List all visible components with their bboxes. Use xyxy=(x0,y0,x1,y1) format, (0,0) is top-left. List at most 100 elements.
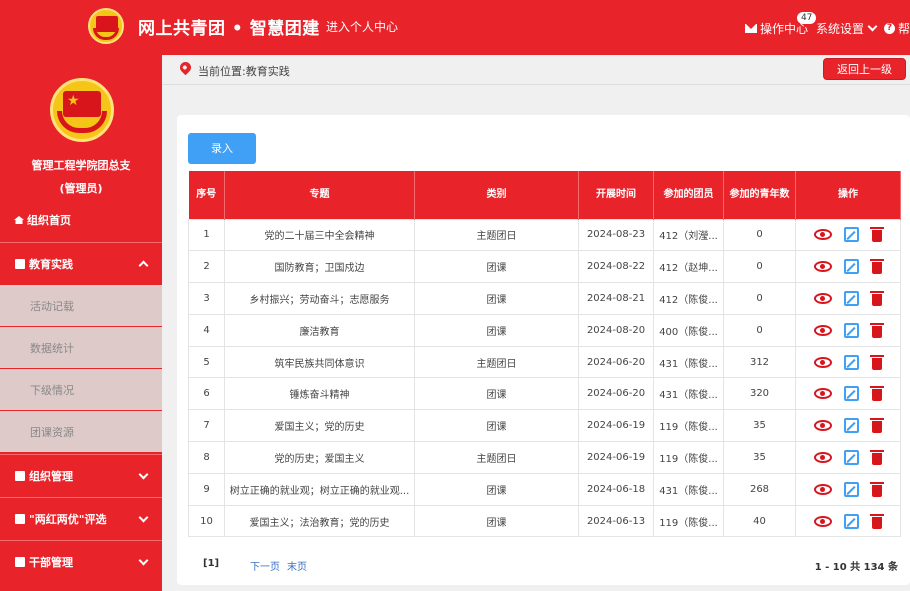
view-eye-icon[interactable] xyxy=(813,388,832,400)
sidebar-item-cadre-management[interactable]: 干部管理 xyxy=(0,540,162,583)
location-pin-icon xyxy=(177,59,194,76)
cell-category: 团课 xyxy=(414,313,579,347)
chevron-down-icon xyxy=(867,21,878,32)
cell-members: 119（陈俊... xyxy=(653,441,724,474)
col-header-members: 参加的团员 xyxy=(653,171,724,219)
personal-center-link[interactable]: 进入个人中心 xyxy=(326,18,398,35)
trash-icon[interactable] xyxy=(869,449,884,465)
trash-icon[interactable] xyxy=(869,259,884,275)
chevron-down-icon xyxy=(138,469,149,480)
edit-icon[interactable] xyxy=(843,418,859,434)
col-header-category: 类别 xyxy=(414,171,579,219)
trash-icon[interactable] xyxy=(869,290,884,306)
enter-record-button[interactable]: 录入 xyxy=(188,133,256,164)
sidebar-item-label: 组织管理 xyxy=(29,470,73,483)
sidebar-item-awards[interactable]: "两红两优"评选 xyxy=(0,497,162,540)
edit-icon[interactable] xyxy=(843,290,859,306)
cell-topic: 廉洁教育 xyxy=(224,313,415,347)
edit-icon[interactable] xyxy=(843,481,859,497)
trash-icon[interactable] xyxy=(869,386,884,402)
cell-category: 团课 xyxy=(414,377,579,411)
edit-icon[interactable] xyxy=(843,354,859,370)
cell-category: 团课 xyxy=(414,504,579,538)
home-icon xyxy=(14,216,24,224)
row-actions xyxy=(800,354,896,370)
edit-icon[interactable] xyxy=(843,386,859,402)
view-eye-icon[interactable] xyxy=(813,483,832,495)
trash-icon[interactable] xyxy=(869,513,884,529)
cell-actions xyxy=(795,345,901,379)
table-row: 6 锤炼奋斗精神 团课 2024-06-20 431（陈俊... 320 xyxy=(188,377,901,411)
cell-topic: 锤炼奋斗精神 xyxy=(224,377,415,411)
cell-index: 10 xyxy=(188,504,225,538)
org-emblem-icon: ★ xyxy=(50,78,114,142)
cell-topic: 党的历史；爱国主义 xyxy=(224,441,415,474)
sidebar-item-home[interactable]: 组织首页 xyxy=(14,212,71,228)
view-eye-icon[interactable] xyxy=(813,515,832,527)
record-total: 1 - 10 共 134 条 xyxy=(814,562,898,573)
cell-youth-count: 35 xyxy=(723,441,796,474)
row-actions xyxy=(800,418,896,434)
row-actions xyxy=(800,227,896,243)
view-eye-icon[interactable] xyxy=(813,261,832,273)
trash-icon[interactable] xyxy=(869,322,884,338)
sidebar-subitem-subordinates[interactable]: 下级情况 xyxy=(0,369,162,411)
view-eye-icon[interactable] xyxy=(813,451,832,463)
cell-youth-count: 312 xyxy=(723,345,796,379)
cell-actions xyxy=(795,504,901,538)
sidebar-item-label: "两红两优"评选 xyxy=(29,513,107,526)
view-eye-icon[interactable] xyxy=(813,229,832,241)
sidebar-subitem-data-stats[interactable]: 数据统计 xyxy=(0,327,162,369)
sidebar-item-org-management[interactable]: 组织管理 xyxy=(0,454,162,497)
trash-icon[interactable] xyxy=(869,481,884,497)
ops-center-button[interactable]: 操作中心 47 xyxy=(744,12,817,37)
help-button[interactable]: ? 帮 xyxy=(883,20,910,37)
cell-members: 400（陈俊... xyxy=(653,313,724,347)
sidebar-item-label: 干部管理 xyxy=(29,556,73,569)
cell-index: 9 xyxy=(188,472,225,506)
cell-topic: 爱国主义；法治教育；党的历史 xyxy=(224,504,415,538)
cell-category: 团课 xyxy=(414,472,579,506)
sidebar-subitem-course-resources[interactable]: 团课资源 xyxy=(0,411,162,453)
trash-icon[interactable] xyxy=(869,227,884,243)
table-row: 2 国防教育；卫国戍边 团课 2024-08-22 412（赵坤... 0 xyxy=(188,250,901,284)
view-eye-icon[interactable] xyxy=(813,324,832,336)
table-row: 5 筑牢民族共同体意识 主题团日 2024-06-20 431（陈俊... 312 xyxy=(188,345,901,379)
cell-actions xyxy=(795,282,901,315)
trash-icon[interactable] xyxy=(869,418,884,434)
last-page-link[interactable]: 末页 xyxy=(287,558,307,573)
cell-members: 119（陈俊... xyxy=(653,409,724,443)
system-settings-dropdown[interactable]: 系统设置 xyxy=(816,20,878,37)
view-eye-icon[interactable] xyxy=(813,292,832,304)
edit-icon[interactable] xyxy=(843,259,859,275)
cell-category: 主题团日 xyxy=(414,441,579,474)
edit-icon[interactable] xyxy=(843,449,859,465)
table-row: 1 党的二十届三中全会精神 主题团日 2024-08-23 412（刘瀅... 0 xyxy=(188,218,901,252)
trash-icon[interactable] xyxy=(869,354,884,370)
next-page-link[interactable]: 下一页 xyxy=(250,558,280,573)
cell-date: 2024-08-22 xyxy=(578,250,654,284)
edit-icon[interactable] xyxy=(843,227,859,243)
org-name: 管理工程学院团总支 xyxy=(31,159,131,172)
table-row: 10 爱国主义；法治教育；党的历史 团课 2024-06-13 119（陈俊... 40 xyxy=(188,504,901,538)
cell-actions xyxy=(795,409,901,443)
cell-topic: 国防教育；卫国戍边 xyxy=(224,250,415,284)
view-eye-icon[interactable] xyxy=(813,420,832,432)
table-row: 9 树立正确的就业观；树立正确的就业观... 团课 2024-06-18 431（陈俊.… xyxy=(188,472,901,506)
user-role: (管理员) xyxy=(59,182,103,195)
cell-index: 4 xyxy=(188,313,225,347)
col-header-index: 序号 xyxy=(188,171,225,219)
edit-icon[interactable] xyxy=(843,513,859,529)
notification-badge: 47 xyxy=(796,12,817,24)
cell-topic: 爱国主义；党的历史 xyxy=(224,409,415,443)
row-actions xyxy=(800,290,896,306)
sidebar-subitem-activity-records[interactable]: 活动记载 xyxy=(0,285,162,327)
sidebar-item-education[interactable]: 教育实践 xyxy=(0,242,162,285)
cell-actions xyxy=(795,441,901,474)
cell-topic: 树立正确的就业观；树立正确的就业观... xyxy=(224,472,415,506)
back-button[interactable]: 返回上一级 xyxy=(823,58,906,80)
view-eye-icon[interactable] xyxy=(813,356,832,368)
edit-icon[interactable] xyxy=(843,322,859,338)
row-actions xyxy=(800,259,896,275)
cell-topic: 乡村振兴；劳动奋斗；志愿服务 xyxy=(224,282,415,315)
